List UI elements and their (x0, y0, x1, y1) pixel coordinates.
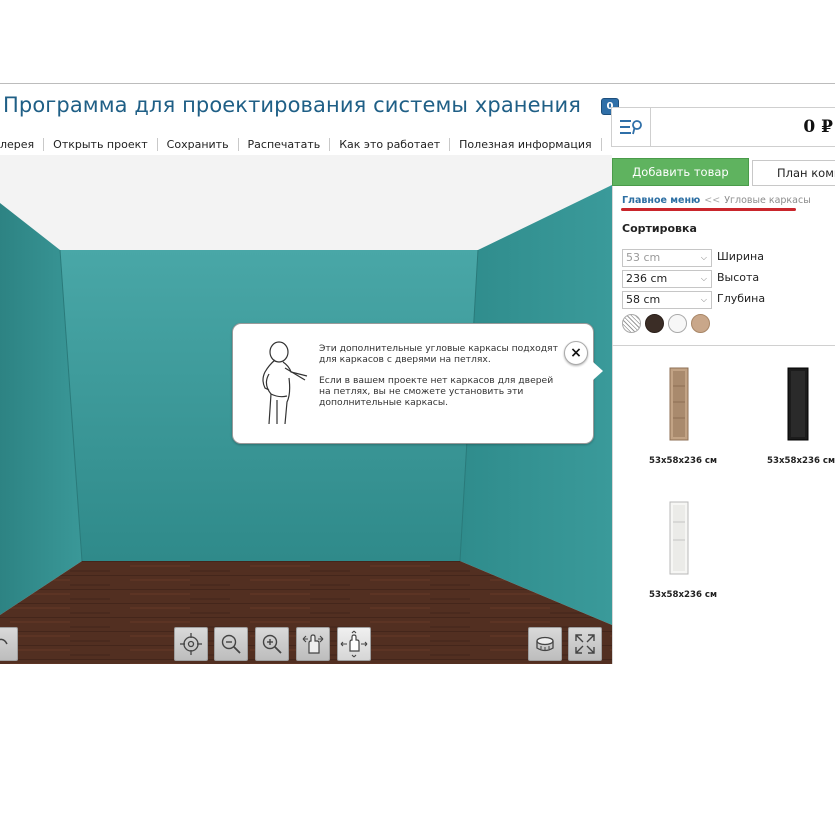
sorting-title: Сортировка (622, 222, 697, 235)
swatch-dark-brown[interactable] (645, 314, 664, 333)
width-select[interactable]: 53 cm ⌵ (622, 249, 712, 267)
rotate-view-button[interactable] (296, 627, 330, 661)
page-title: Программа для проектирования системы хра… (3, 93, 581, 117)
height-label: Высота (717, 271, 760, 284)
info-callout: Эти дополнительные угловые каркасы подхо… (232, 323, 594, 444)
window-top-border (0, 83, 835, 84)
height-select[interactable]: 236 cm ⌵ (622, 270, 712, 288)
menu-item-print[interactable]: Распечатать (239, 137, 331, 151)
zoom-out-button[interactable] (214, 627, 248, 661)
callout-pointer (593, 362, 603, 380)
product-size-label: 53x58x236 см (649, 590, 718, 600)
breadcrumb: Главное меню << Угловые каркасы (622, 195, 811, 206)
menu-item-open-project[interactable]: Открыть проект (44, 137, 158, 151)
height-select-value: 236 cm (626, 272, 668, 285)
swatch-striped[interactable] (622, 314, 641, 333)
breadcrumb-separator: << (704, 195, 721, 206)
width-select-value: 53 cm (626, 251, 661, 264)
breadcrumb-current: Угловые каркасы (724, 195, 811, 206)
fullscreen-button[interactable] (568, 627, 602, 661)
product-card-black[interactable] (782, 366, 812, 446)
chevron-down-icon: ⌵ (700, 295, 707, 304)
menu-item-useful-info[interactable]: Полезная информация (450, 137, 602, 151)
swatch-oak[interactable] (691, 314, 710, 333)
tape-measure-icon (536, 636, 554, 652)
total-price: 0 ₽ (803, 117, 833, 137)
close-icon: × (570, 345, 582, 361)
center-view-button[interactable] (174, 627, 208, 661)
width-label: Ширина (717, 250, 764, 263)
product-size-label: 53x58x236 см (767, 456, 835, 466)
product-card-white[interactable] (664, 500, 694, 580)
callout-paragraph-2: Если в вашем проекте нет каркасов для дв… (319, 375, 554, 408)
chevron-down-icon: ⌵ (700, 253, 707, 262)
tab-room-plan[interactable]: План комн (752, 160, 835, 186)
depth-select-value: 58 cm (626, 293, 661, 306)
cart-list-icon (620, 120, 642, 135)
breadcrumb-underline (621, 208, 796, 211)
assembly-figure-icon (262, 341, 308, 425)
menu-item-gallery[interactable]: лерея (0, 137, 45, 151)
depth-select[interactable]: 58 cm ⌵ (622, 291, 712, 309)
rotate-arrow-icon (0, 638, 8, 645)
menu-item-how-it-works[interactable]: Как это работает (330, 137, 451, 151)
rotate-left-button[interactable] (0, 627, 18, 661)
main-menu: лерея Открыть проект Сохранить Распечата… (0, 136, 602, 152)
total-price-box: 0 ₽ (650, 107, 835, 147)
chevron-down-icon: ⌵ (700, 274, 707, 283)
callout-message: Эти дополнительные угловые каркасы подхо… (319, 343, 559, 418)
fullscreen-icon (575, 634, 595, 654)
menu-item-save[interactable]: Сохранить (158, 137, 239, 151)
zoom-in-button[interactable] (255, 627, 289, 661)
tab-add-product[interactable]: Добавить товар (612, 158, 749, 186)
product-size-label: 53x58x236 см (649, 456, 718, 466)
zoom-in-icon (262, 634, 282, 654)
swatch-white[interactable] (668, 314, 687, 333)
zoom-out-icon (221, 634, 241, 654)
product-card-oak[interactable] (664, 366, 694, 446)
wardrobe-frame-black-image (787, 367, 809, 441)
callout-paragraph-1: Эти дополнительные угловые каркасы подхо… (319, 343, 558, 365)
wardrobe-frame-oak-image (669, 367, 689, 441)
rotate-hand-icon (302, 634, 324, 654)
pan-view-button[interactable] (337, 627, 371, 661)
center-view-icon (180, 633, 202, 655)
depth-label: Глубина (717, 292, 766, 305)
measure-button[interactable] (528, 627, 562, 661)
panel-divider (612, 345, 835, 346)
close-callout-button[interactable]: × (564, 341, 588, 365)
cart-button[interactable] (611, 107, 651, 147)
breadcrumb-main-menu[interactable]: Главное меню (622, 195, 700, 206)
panel-left-border (612, 186, 613, 664)
wardrobe-frame-white-image (669, 501, 689, 575)
pan-hand-icon (340, 630, 368, 658)
